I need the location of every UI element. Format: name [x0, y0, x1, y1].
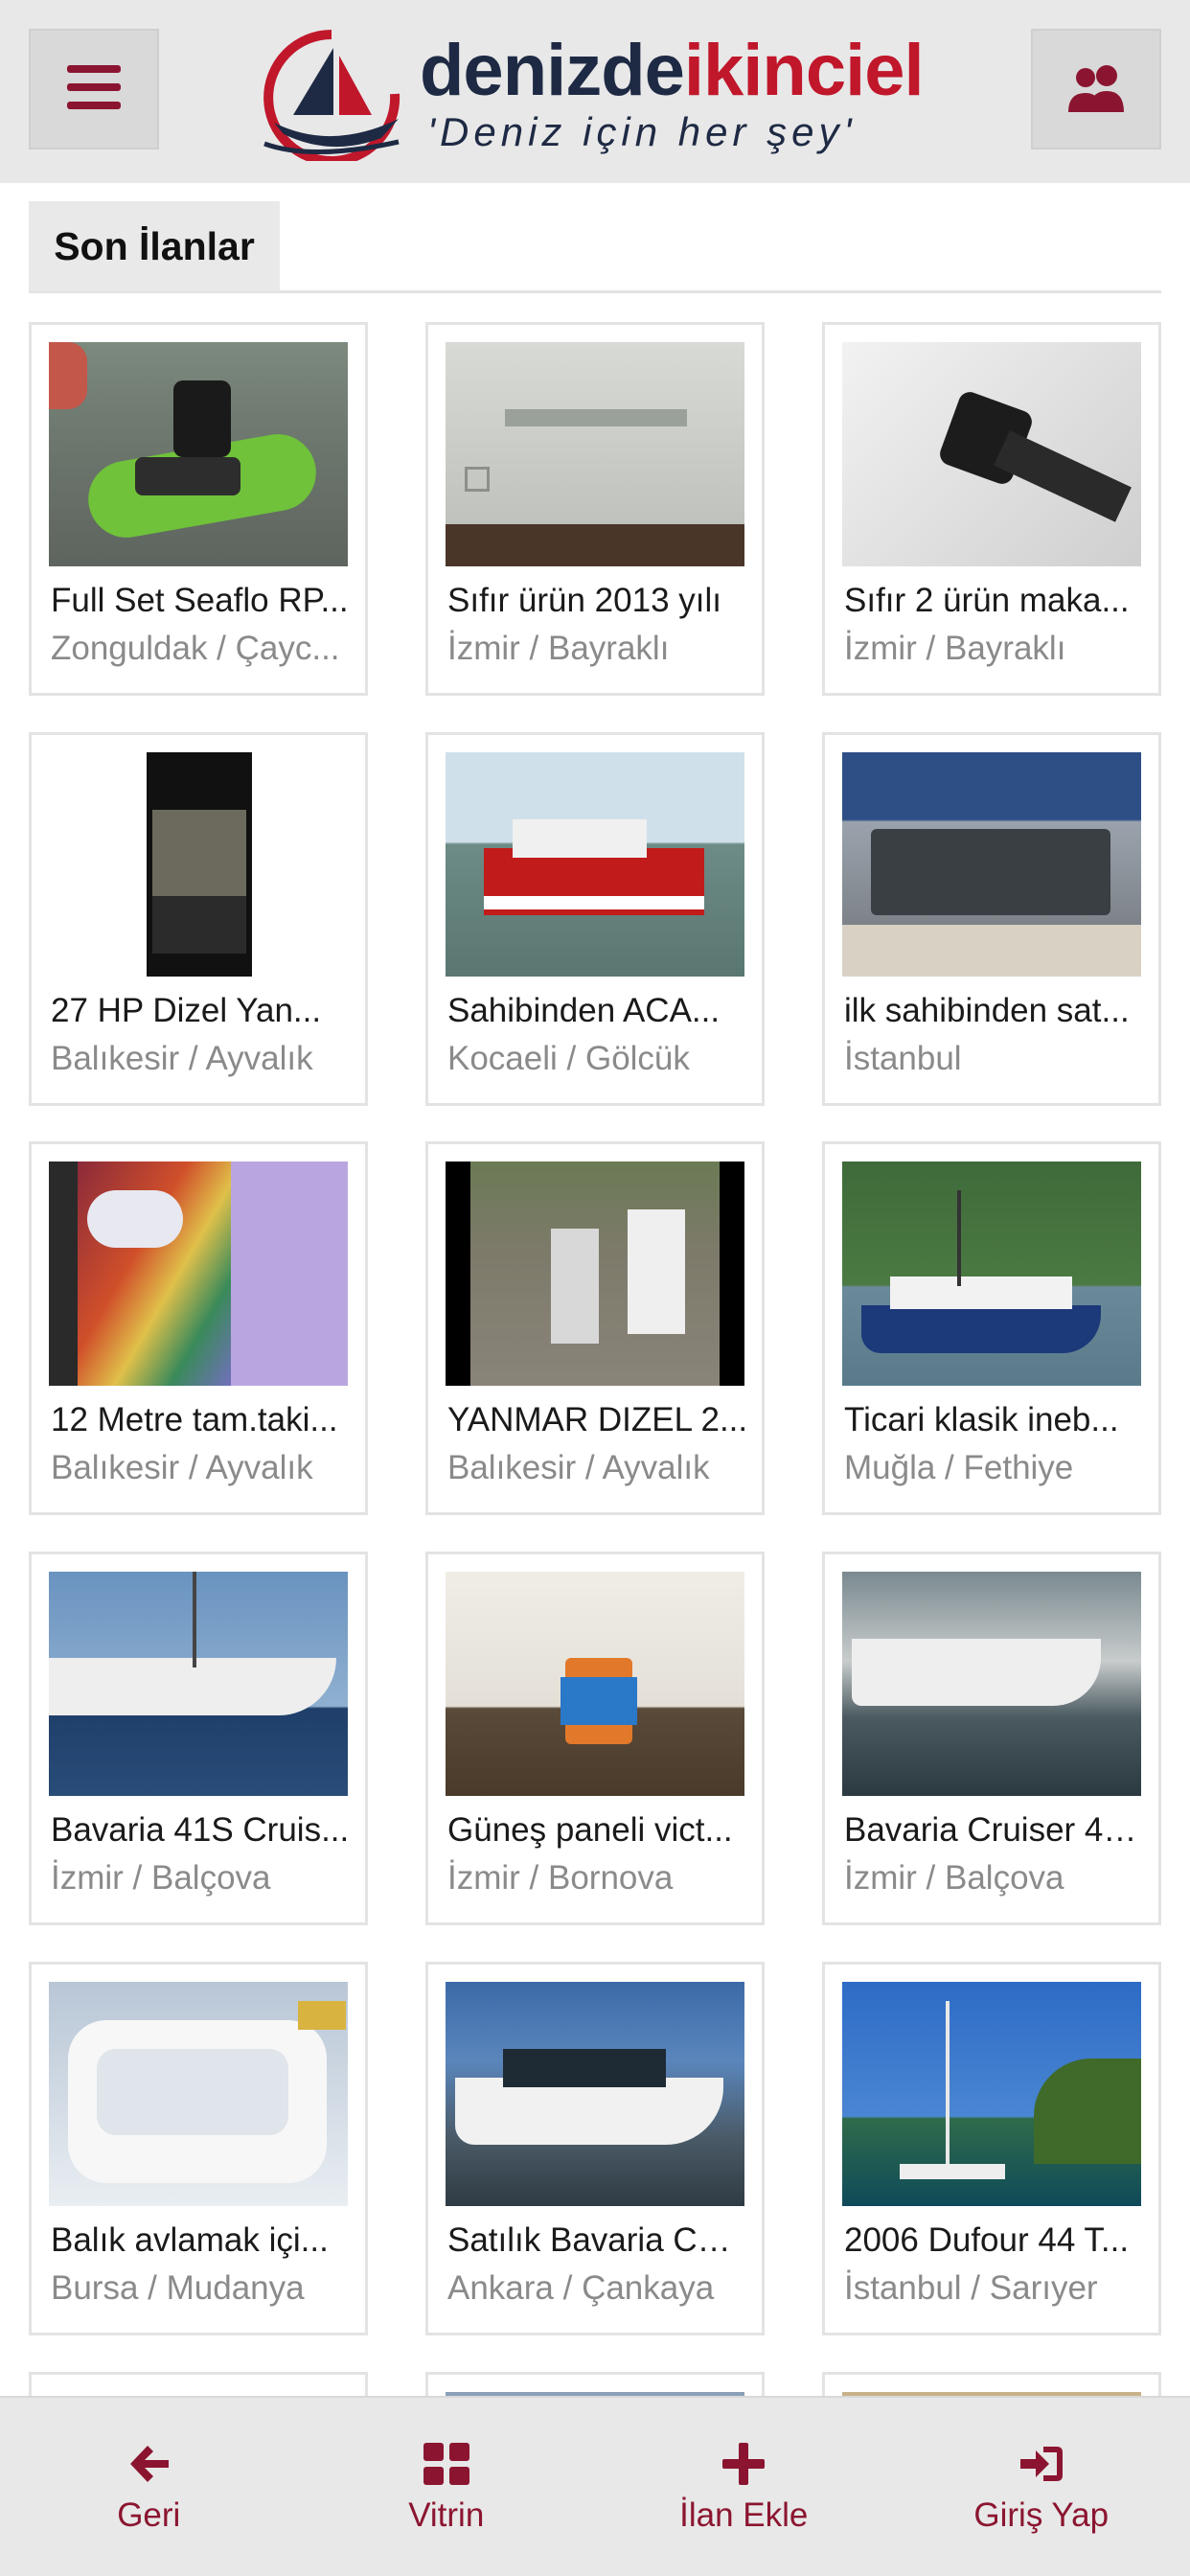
nav-back[interactable]: Geri: [0, 2398, 298, 2576]
listing-card[interactable]: Bavaria Cruiser 41... İzmir / Balçova: [822, 1552, 1161, 1925]
listing-location: Zonguldak / Çayc...: [51, 630, 340, 667]
menu-button[interactable]: [29, 29, 159, 150]
listing-thumbnail: [842, 1572, 1141, 1796]
listing-title: 2006 Dufour 44 T...: [844, 2221, 1130, 2259]
listing-card[interactable]: Ticari klasik ineb... Muğla / Fethiye: [822, 1141, 1161, 1515]
bottom-navigation: Geri Vitrin İlan Ekle Giriş Yap: [0, 2396, 1190, 2576]
listing-card[interactable]: 27 HP Dizel Yan... Balıkesir / Ayvalık: [29, 732, 368, 1106]
listing-card[interactable]: Sıfır 2 ürün maka... İzmir / Bayraklı: [822, 322, 1161, 696]
listing-card[interactable]: 12 Metre tam.taki... Balıkesir / Ayvalık: [29, 1141, 368, 1515]
listing-thumbnail: [49, 752, 348, 977]
listing-location: Balıkesir / Ayvalık: [447, 1449, 710, 1486]
listing-title: Bavaria Cruiser 41...: [844, 1811, 1145, 1849]
listing-location: İstanbul / Sarıyer: [844, 2269, 1098, 2307]
listing-title: Sıfır ürün 2013 yılı: [447, 582, 721, 619]
listing-title: 12 Metre tam.taki...: [51, 1401, 338, 1438]
users-icon: [1064, 62, 1128, 117]
listing-thumbnail: [446, 1572, 744, 1796]
listing-thumbnail: [49, 1572, 348, 1796]
section-header: Son İlanlar: [29, 201, 1161, 293]
listing-location: İzmir / Bornova: [447, 1859, 674, 1897]
nav-add-listing[interactable]: İlan Ekle: [595, 2398, 893, 2576]
listing-card[interactable]: Sahibinden ACA... Kocaeli / Gölcük: [425, 732, 765, 1106]
listing-thumbnail: [49, 1162, 348, 1386]
nav-showcase-label: Vitrin: [408, 2496, 485, 2534]
listing-location: İzmir / Balçova: [844, 1859, 1064, 1897]
listing-thumbnail: [842, 1162, 1141, 1386]
listing-title: Satılık Bavaria CR...: [447, 2221, 748, 2259]
logo-red-part: ikinciel: [683, 30, 925, 111]
listing-location: İzmir / Bayraklı: [844, 630, 1066, 667]
sign-in-icon: [1017, 2439, 1066, 2489]
listing-thumbnail: [842, 342, 1141, 566]
arrow-left-icon: [124, 2439, 173, 2489]
sailboat-logo-icon: [255, 27, 408, 166]
listing-thumbnail: [446, 1162, 744, 1386]
nav-add-listing-label: İlan Ekle: [679, 2496, 809, 2534]
nav-back-label: Geri: [117, 2496, 181, 2534]
site-logo[interactable]: denizdeikinciel 'Deniz için her şey': [255, 27, 945, 166]
listing-card[interactable]: Sıfır ürün 2013 yılı İzmir / Bayraklı: [425, 322, 765, 696]
listing-title: Ticari klasik ineb...: [844, 1401, 1119, 1438]
nav-login[interactable]: Giriş Yap: [893, 2398, 1190, 2576]
listing-card[interactable]: Bavaria 41S Cruis... İzmir / Balçova: [29, 1552, 368, 1925]
listing-card[interactable]: YANMAR DIZEL 2... Balıkesir / Ayvalık: [425, 1141, 765, 1515]
section-title: Son İlanlar: [29, 201, 280, 291]
listing-title: ilk sahibinden sat...: [844, 992, 1130, 1029]
listing-thumbnail: [842, 752, 1141, 977]
listing-location: Balıkesir / Ayvalık: [51, 1040, 313, 1077]
listing-location: Bursa / Mudanya: [51, 2269, 305, 2307]
listing-card[interactable]: ilk sahibinden sat... İstanbul: [822, 732, 1161, 1106]
listing-location: Balıkesir / Ayvalık: [51, 1449, 313, 1486]
account-button[interactable]: [1031, 29, 1161, 150]
listing-thumbnail: [446, 342, 744, 566]
listing-title: Full Set Seaflo RP...: [51, 582, 349, 619]
listing-thumbnail: [842, 1982, 1141, 2206]
listing-location: İzmir / Bayraklı: [447, 630, 670, 667]
listing-thumbnail: [446, 752, 744, 977]
plus-icon: [719, 2439, 768, 2489]
listing-card[interactable]: Satılık Bavaria CR... Ankara / Çankaya: [425, 1962, 765, 2335]
listing-location: Kocaeli / Gölcük: [447, 1040, 690, 1077]
listing-card[interactable]: Full Set Seaflo RP... Zonguldak / Çayc..…: [29, 322, 368, 696]
listing-title: 27 HP Dizel Yan...: [51, 992, 322, 1029]
listing-location: İstanbul: [844, 1040, 962, 1077]
listing-title: Sahibinden ACA...: [447, 992, 721, 1029]
listing-location: İzmir / Balçova: [51, 1859, 271, 1897]
listing-title: Balık avlamak içi...: [51, 2221, 329, 2259]
listing-card[interactable]: Balık avlamak içi... Bursa / Mudanya: [29, 1962, 368, 2335]
listing-location: Muğla / Fethiye: [844, 1449, 1074, 1486]
listing-thumbnail: [446, 1982, 744, 2206]
listing-title: Güneş paneli vict...: [447, 1811, 733, 1849]
listing-card[interactable]: Güneş paneli vict... İzmir / Bornova: [425, 1552, 765, 1925]
top-header: denizdeikinciel 'Deniz için her şey': [0, 0, 1190, 183]
listing-title: Bavaria 41S Cruis...: [51, 1811, 350, 1849]
logo-dark-part: denizde: [420, 30, 685, 111]
listing-thumbnail: [49, 1982, 348, 2206]
listing-thumbnail: [49, 342, 348, 566]
logo-slogan: 'Deniz için her şey': [427, 109, 857, 154]
listing-location: Ankara / Çankaya: [447, 2269, 715, 2307]
listing-card[interactable]: 2006 Dufour 44 T... İstanbul / Sarıyer: [822, 1962, 1161, 2335]
hamburger-icon: [67, 64, 121, 114]
logo-wordmark: denizdeikinciel: [420, 34, 925, 107]
listing-title: YANMAR DIZEL 2...: [447, 1401, 748, 1438]
grid-icon: [422, 2439, 471, 2489]
nav-showcase[interactable]: Vitrin: [298, 2398, 596, 2576]
nav-login-label: Giriş Yap: [973, 2496, 1110, 2534]
listing-title: Sıfır 2 ürün maka...: [844, 582, 1130, 619]
